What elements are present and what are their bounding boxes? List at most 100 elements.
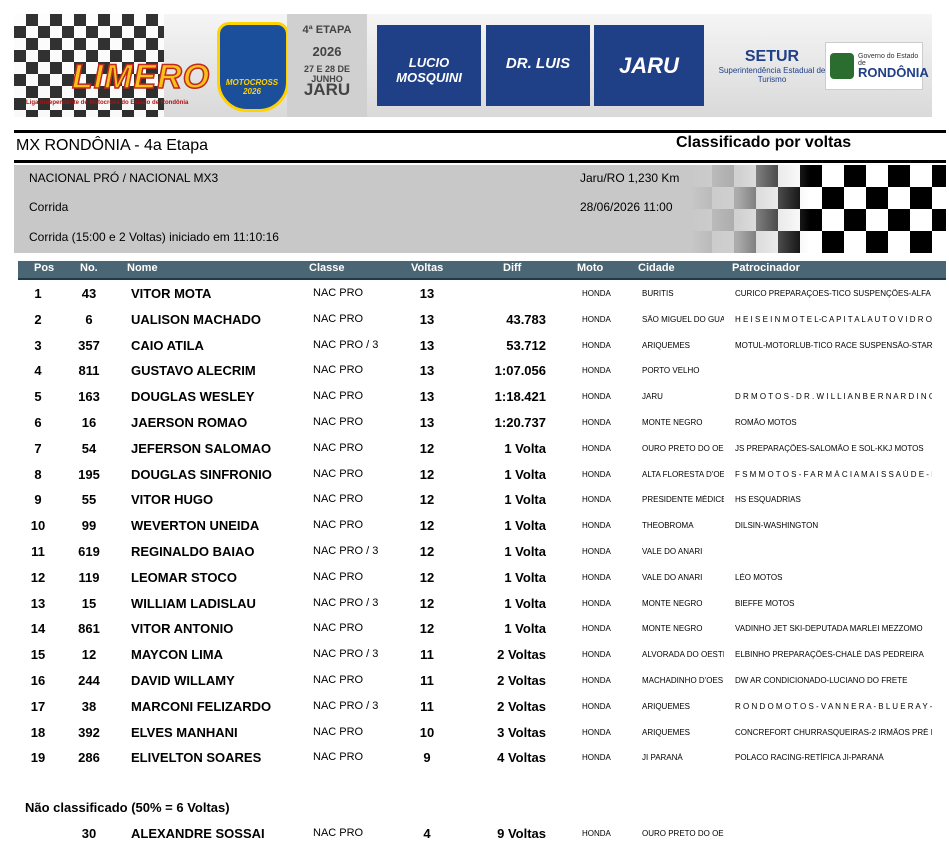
cell-number: 6 bbox=[85, 311, 93, 327]
cell-diff: 53.712 bbox=[506, 337, 546, 353]
limero-logo: LIMERO bbox=[71, 57, 211, 97]
cell-class: NAC PRO / 3 bbox=[313, 545, 379, 557]
cell-sponsor: DILSIN-WASHINGTON bbox=[735, 521, 819, 531]
cell-laps: 4 bbox=[423, 826, 431, 841]
cell-city: THEOBROMA bbox=[642, 521, 694, 531]
col-laps: Voltas bbox=[411, 262, 444, 274]
cell-class: NAC PRO bbox=[313, 751, 364, 764]
sponsor-name: LUCIO MOSQUINI bbox=[396, 55, 462, 85]
cell-bike: HONDA bbox=[582, 624, 611, 634]
cell-name: JAERSON ROMAO bbox=[131, 415, 248, 430]
cell-laps: 9 bbox=[423, 750, 431, 766]
ro-title: RONDÔNIA bbox=[858, 65, 929, 80]
cell-laps: 13 bbox=[419, 363, 435, 379]
race-session: Corrida bbox=[29, 200, 69, 214]
race-category: NACIONAL PRÓ / NACIONAL MX3 bbox=[29, 171, 219, 185]
cell-diff: 1 Volta bbox=[504, 569, 546, 585]
sponsor-name: JARU bbox=[619, 53, 679, 78]
cell-pos: 2 bbox=[34, 311, 42, 327]
not-classified-label: Não classificado (50% = 6 Voltas) bbox=[25, 800, 230, 815]
cell-class: NAC PRO / 3 bbox=[313, 596, 379, 609]
cell-diff: 43.783 bbox=[506, 311, 546, 327]
cell-pos: 5 bbox=[34, 389, 42, 405]
cell-laps: 12 bbox=[419, 544, 435, 559]
cell-city: MONTE NEGRO bbox=[642, 624, 703, 634]
cell-number: 392 bbox=[78, 724, 100, 740]
cell-name: ELIVELTON SOARES bbox=[131, 750, 262, 766]
cell-class: NAC PRO bbox=[313, 674, 364, 686]
cell-number: 99 bbox=[81, 518, 97, 534]
motocross-badge-text: MOTOCROSS 2026 bbox=[225, 78, 279, 96]
cell-diff: 1 Volta bbox=[504, 518, 546, 534]
etapa-info-box: 4ª ETAPA 2026 27 E 28 DE JUNHO JARU bbox=[287, 14, 367, 117]
cell-city: PRESIDENTE MÉDICE bbox=[642, 495, 724, 505]
table-row: 10 99 WEVERTON UNEIDA NAC PRO 12 1 Volta HONDA… bbox=[0, 516, 949, 536]
setur-logo: SETUR Superintendência Estadual de Turis… bbox=[712, 48, 832, 84]
cell-name: JEFERSON SALOMAO bbox=[131, 440, 272, 456]
cell-class: NAC PRO / 3 bbox=[313, 338, 379, 351]
cell-diff: 1 Volta bbox=[504, 621, 546, 637]
sponsor-logo-drluis: DR. LUIS bbox=[486, 25, 590, 106]
cell-name: REGINALDO BAIAO bbox=[131, 544, 255, 559]
cell-bike: HONDA bbox=[582, 443, 611, 453]
cell-class: NAC PRO bbox=[313, 312, 364, 325]
cell-number: 54 bbox=[81, 440, 97, 456]
cell-class: NAC PRO bbox=[313, 364, 364, 377]
cell-number: 43 bbox=[81, 286, 97, 301]
cell-laps: 13 bbox=[419, 311, 435, 327]
cell-city: SÃO MIGUEL DO GUA bbox=[642, 314, 724, 324]
cell-bike: HONDA bbox=[582, 547, 611, 556]
cell-pos: 8 bbox=[34, 466, 42, 482]
header-underline bbox=[18, 278, 946, 280]
cell-class: NAC PRO bbox=[313, 390, 364, 403]
cell-diff: 1:20.737 bbox=[494, 415, 546, 430]
cell-class: NAC PRO / 3 bbox=[313, 699, 379, 712]
table-row: 9 55 VITOR HUGO NAC PRO 12 1 Volta HONDA PRESID… bbox=[0, 490, 949, 510]
table-row: 15 12 MAYCON LIMA NAC PRO / 3 11 2 Voltas HOND… bbox=[0, 645, 949, 665]
etapa-year: 2026 bbox=[312, 44, 342, 59]
cell-sponsor: LÉO MOTOS bbox=[735, 572, 783, 582]
cell-name: VITOR HUGO bbox=[131, 492, 214, 508]
cell-diff: 2 Voltas bbox=[497, 647, 546, 663]
cell-pos: 11 bbox=[31, 544, 45, 559]
cell-city: MONTE NEGRO bbox=[642, 418, 703, 427]
cell-sponsor: R O N D O M O T O S - V A N N E R A - B … bbox=[735, 701, 932, 711]
cell-laps: 13 bbox=[419, 286, 435, 301]
cell-class: NAC PRO bbox=[313, 493, 364, 506]
cell-sponsor: DW AR CONDICIONADO-LUCIANO DO FRETE bbox=[735, 676, 908, 685]
cell-laps: 11 bbox=[420, 698, 434, 714]
cell-number: 119 bbox=[78, 569, 100, 585]
cell-diff: 2 Voltas bbox=[497, 673, 546, 688]
cell-name: DOUGLAS WESLEY bbox=[131, 389, 255, 405]
cell-city: BURITIS bbox=[642, 289, 674, 298]
cell-laps: 12 bbox=[419, 492, 435, 508]
cell-number: 38 bbox=[81, 698, 97, 714]
table-row: 8 195 DOUGLAS SINFRONIO NAC PRO 12 1 Volta HON… bbox=[0, 465, 949, 485]
setur-title: SETUR bbox=[744, 48, 800, 65]
table-row: 14 861 VITOR ANTONIO NAC PRO 12 1 Volta HONDA M… bbox=[0, 619, 949, 639]
table-row: 4 811 GUSTAVO ALECRIM NAC PRO 13 1:07.056 HOND… bbox=[0, 361, 949, 381]
cell-pos: 12 bbox=[30, 569, 46, 585]
cell-number: 861 bbox=[78, 621, 100, 637]
cell-pos: 1 bbox=[34, 286, 42, 301]
cell-sponsor: F S M M O T O S - F A R M Á C I A M A I … bbox=[735, 469, 932, 479]
cell-pos: 15 bbox=[30, 647, 46, 663]
cell-bike: HONDA bbox=[582, 314, 611, 324]
cell-sponsor: ROMÃO MOTOS bbox=[735, 418, 797, 427]
cell-pos: 16 bbox=[30, 673, 46, 688]
cell-sponsor: VADINHO JET SKI-DEPUTADA MARLEI MEZZOMO bbox=[735, 624, 923, 634]
cell-bike: HONDA bbox=[582, 727, 611, 737]
cell-bike: HONDA bbox=[582, 289, 611, 298]
cell-city: OURO PRETO DO OES bbox=[642, 443, 724, 453]
cell-bike: HONDA bbox=[582, 701, 611, 711]
cell-city: ALTA FLORESTA D'OE bbox=[642, 469, 724, 479]
cell-name: ALEXANDRE SOSSAI bbox=[131, 826, 265, 841]
cell-city: OURO PRETO DO OES bbox=[642, 829, 724, 838]
cell-diff: 1 Volta bbox=[504, 492, 546, 508]
cell-bike: HONDA bbox=[582, 676, 611, 685]
cell-bike: HONDA bbox=[582, 598, 611, 608]
table-row: 2 6 UALISON MACHADO NAC PRO 13 43.783 HONDA SÃO… bbox=[0, 310, 949, 330]
cell-city: VALE DO ANARI bbox=[642, 547, 703, 556]
cell-city: JI PARANÁ bbox=[642, 753, 683, 763]
sponsor-name: DR. LUIS bbox=[505, 55, 571, 72]
